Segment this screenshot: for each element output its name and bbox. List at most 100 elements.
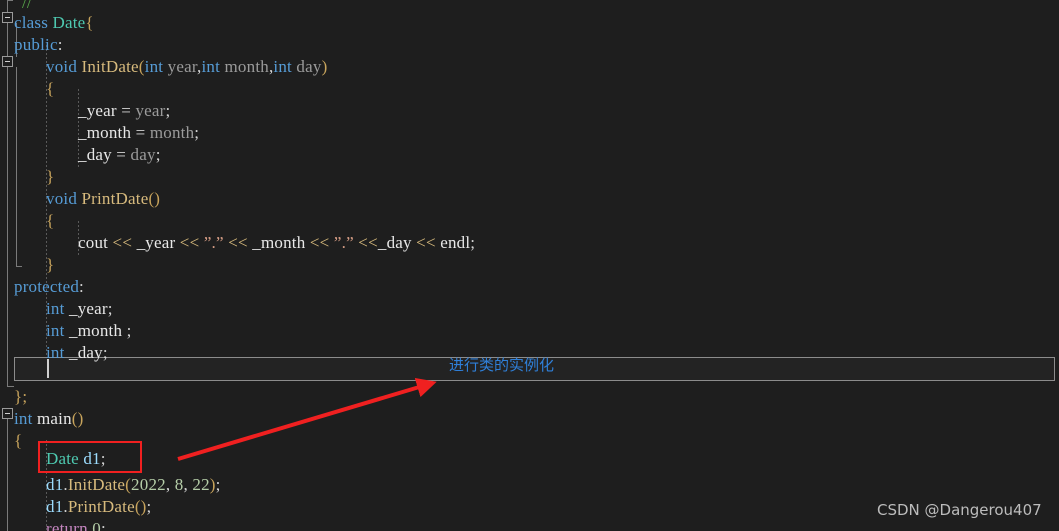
code-line[interactable]: void InitDate(int year,int month,int day… <box>0 56 327 78</box>
code-line[interactable]: int _year; <box>0 298 113 320</box>
code-token: int <box>201 57 225 76</box>
code-line[interactable]: }; <box>0 386 27 408</box>
code-line[interactable]: int main() <box>0 408 84 430</box>
code-token: void <box>46 57 82 76</box>
code-token: 0 <box>92 519 101 531</box>
code-token: main <box>37 409 72 428</box>
code-token: int <box>273 57 297 76</box>
code-token: ; <box>155 145 161 164</box>
code-line[interactable] <box>0 366 46 388</box>
code-token: public <box>14 35 58 54</box>
code-token: // <box>22 0 32 12</box>
code-token: ; <box>100 519 106 531</box>
code-token: ; <box>146 497 152 516</box>
code-token: << <box>175 233 204 252</box>
annotation-label: 进行类的实例化 <box>449 356 555 374</box>
annotation-arrow-icon <box>177 377 437 461</box>
code-token: InitDate <box>67 475 126 494</box>
code-line[interactable]: return 0; <box>0 518 106 531</box>
code-token: }; <box>14 387 28 406</box>
code-editor[interactable]: //class Date{public: void InitDate(int ye… <box>0 0 1059 531</box>
code-line[interactable]: _year = year; <box>0 100 170 122</box>
code-token: int <box>46 343 69 362</box>
code-token: int <box>14 409 37 428</box>
code-token: ”.” <box>203 233 224 252</box>
code-token: ; <box>122 321 132 340</box>
code-line[interactable]: protected: <box>0 276 84 298</box>
code-token: _year <box>78 101 117 120</box>
code-token: { <box>46 211 55 230</box>
code-token: = <box>111 145 131 164</box>
code-token: _month <box>252 233 306 252</box>
code-token: InitDate <box>81 57 139 76</box>
code-token: int <box>46 321 69 340</box>
code-token: day <box>130 145 156 164</box>
code-token: day <box>296 57 322 76</box>
code-token: class <box>14 13 53 32</box>
code-token: 2022 <box>131 475 166 494</box>
code-line[interactable]: class Date{ <box>0 12 94 34</box>
code-token: _day <box>69 343 103 362</box>
code-token: _day <box>377 233 412 252</box>
code-token: = <box>116 101 136 120</box>
code-token: << <box>353 233 378 252</box>
code-line[interactable]: } <box>0 166 54 188</box>
code-token: ; <box>107 299 113 318</box>
code-line[interactable]: } <box>0 254 54 276</box>
code-token: return <box>46 519 93 531</box>
code-token: ; <box>102 343 108 362</box>
code-token: PrintDate <box>67 497 135 516</box>
code-token: ”.” <box>333 233 354 252</box>
code-token: ; <box>165 101 171 120</box>
code-token: PrintDate <box>81 189 149 208</box>
code-token: month <box>149 123 195 142</box>
code-line[interactable]: int _month ; <box>0 320 132 342</box>
code-line[interactable]: int _day; <box>0 342 108 364</box>
code-token: _year <box>136 233 176 252</box>
code-token: () <box>134 497 147 516</box>
code-token: month <box>224 57 269 76</box>
code-token: d1 <box>46 497 64 516</box>
code-line[interactable]: d1.InitDate(2022, 8, 22); <box>0 474 221 496</box>
highlight-box <box>38 441 142 473</box>
code-token: 22 <box>192 475 210 494</box>
code-token: () <box>148 189 161 208</box>
code-token: year <box>167 57 198 76</box>
code-line[interactable]: void PrintDate() <box>0 188 160 210</box>
code-token: d1 <box>46 475 64 494</box>
code-token: Date <box>52 13 86 32</box>
code-token: << <box>411 233 441 252</box>
code-token: ; <box>215 475 221 494</box>
code-token: << <box>108 233 137 252</box>
code-line[interactable]: { <box>0 78 54 100</box>
code-line[interactable]: _month = month; <box>0 122 199 144</box>
code-token: endl <box>440 233 471 252</box>
code-token: { <box>85 13 94 32</box>
code-token: _month <box>69 321 123 340</box>
code-token: protected <box>14 277 80 296</box>
code-line[interactable]: { <box>0 210 54 232</box>
code-token: year <box>135 101 166 120</box>
code-token: { <box>46 79 55 98</box>
code-token: : <box>79 277 84 296</box>
code-token: } <box>46 167 55 186</box>
code-token: _month <box>78 123 132 142</box>
code-token: ) <box>321 57 328 76</box>
csdn-watermark: CSDN @Dangerou407 <box>877 501 1042 519</box>
code-token: : <box>57 35 63 54</box>
code-token: () <box>71 409 84 428</box>
code-line[interactable]: d1.PrintDate(); <box>0 496 151 518</box>
code-token: = <box>131 123 150 142</box>
code-token: ; <box>194 123 200 142</box>
code-token: _day <box>78 145 112 164</box>
code-token: _year <box>69 299 108 318</box>
code-token: void <box>46 189 82 208</box>
code-token: } <box>46 255 55 274</box>
code-token: int <box>144 57 168 76</box>
code-token: int <box>46 299 69 318</box>
code-token: ; <box>470 233 476 252</box>
code-line[interactable]: cout << _year << ”.” << _month << ”.” <<… <box>0 232 475 254</box>
code-line[interactable]: public: <box>0 34 63 56</box>
code-line[interactable]: _day = day; <box>0 144 161 166</box>
code-token: , <box>165 475 175 494</box>
